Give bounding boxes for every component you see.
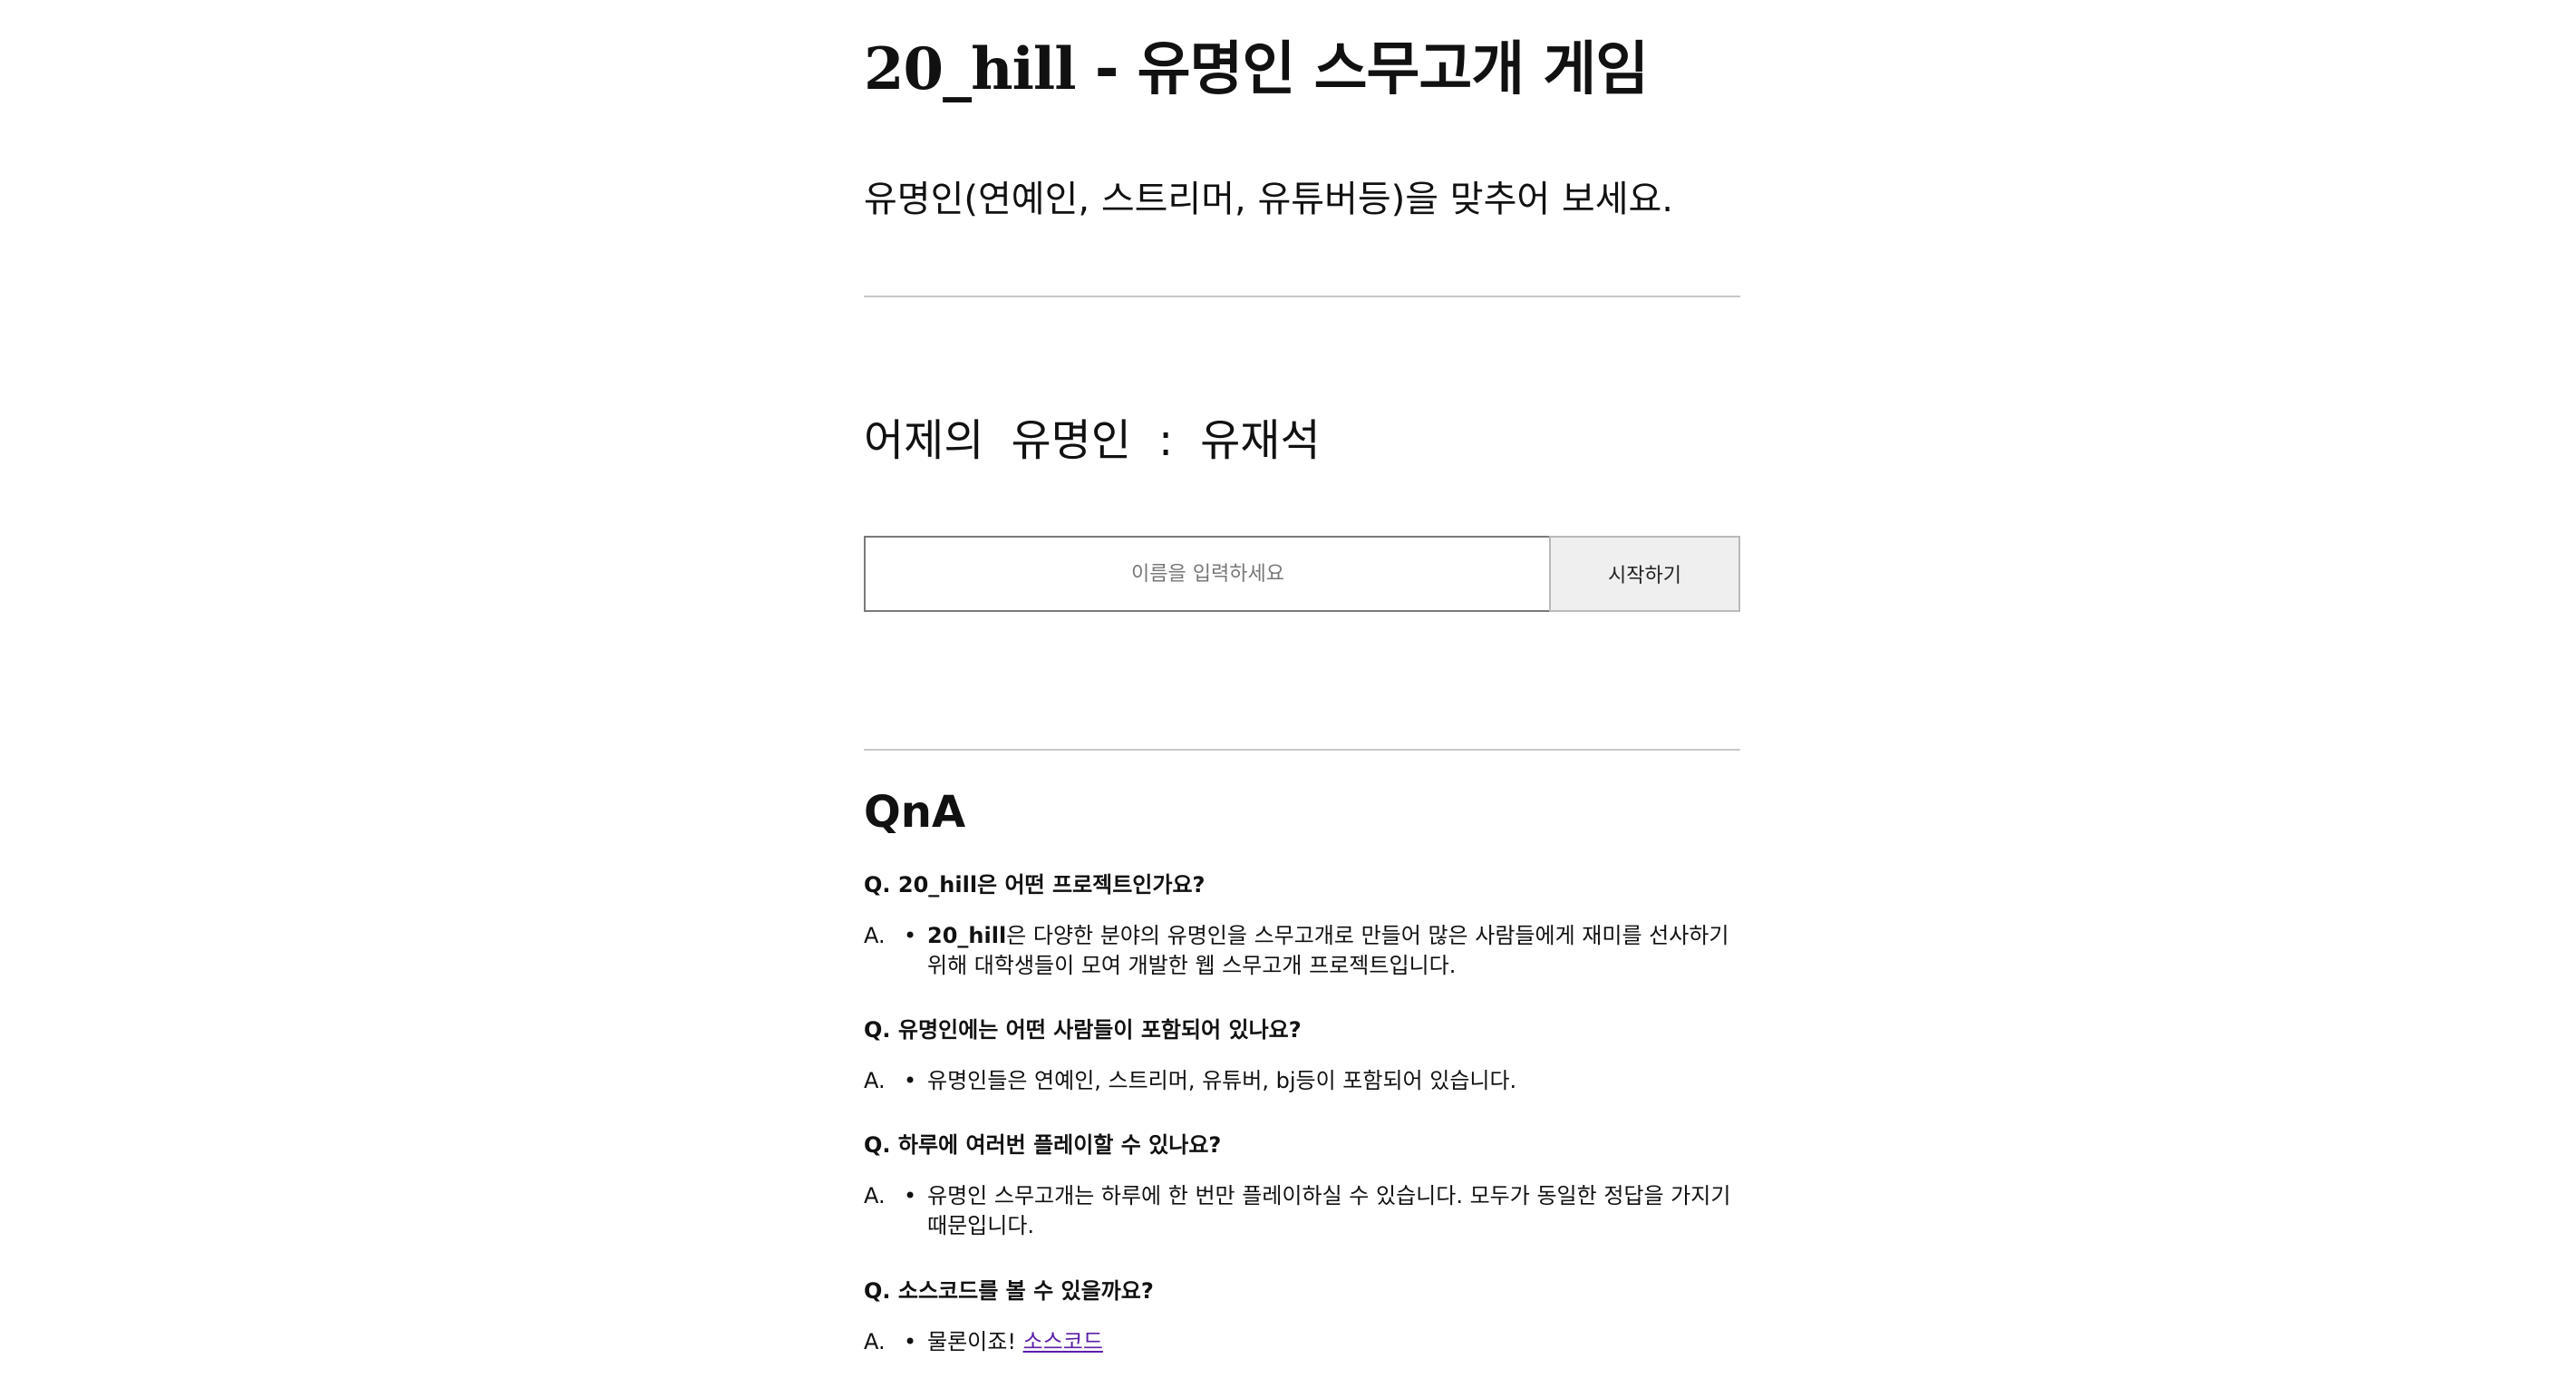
- yesterday-word: 유명인: [1011, 415, 1131, 466]
- qna-item: Q. 20_hill은 어떤 프로젝트인가요? A. • 20_hill은 다양…: [864, 870, 1740, 981]
- page-subtitle: 유명인(연예인, 스트리머, 유튜버등)을 맞추어 보세요.: [864, 179, 1674, 220]
- start-form: 시작하기: [864, 536, 1740, 612]
- qna-question: Q. 20_hill은 어떤 프로젝트인가요?: [864, 872, 1206, 898]
- yesterday-label: 어제의: [864, 415, 984, 466]
- qna-question: Q. 하루에 여러번 플레이할 수 있나요?: [864, 1132, 1222, 1158]
- yesterday-celebrity: 어제의 유명인: 유재석: [864, 413, 1321, 468]
- answer-text: 유명인 스무고개는 하루에 한 번만 플레이하실 수 있습니다. 모두가 동일한…: [927, 1183, 1731, 1238]
- qna-answer: A. • 물론이죠! 소스코드: [864, 1327, 1740, 1357]
- source-code-link[interactable]: 소스코드: [1023, 1329, 1103, 1354]
- qna-item: Q. 하루에 여러번 플레이할 수 있나요? A. • 유명인 스무고개는 하루…: [864, 1131, 1740, 1241]
- bullet-icon: •: [904, 1329, 917, 1354]
- qna-answer: A. • 유명인 스무고개는 하루에 한 번만 플레이하실 수 있습니다. 모두…: [864, 1181, 1740, 1241]
- qna-item: Q. 소스코드를 볼 수 있을까요? A. • 물론이죠! 소스코드: [864, 1276, 1740, 1357]
- answer-prefix: A.: [864, 923, 886, 948]
- qna-answer: A. • 유명인들은 연예인, 스트리머, 유튜버, bj등이 포함되어 있습니…: [864, 1066, 1740, 1096]
- bullet-icon: •: [904, 923, 917, 948]
- answer-prefix: A.: [864, 1183, 886, 1208]
- start-button[interactable]: 시작하기: [1549, 536, 1740, 612]
- answer-prefix: A.: [864, 1068, 886, 1093]
- page-title: 20_hill - 유명인 스무고개 게임: [864, 34, 1649, 105]
- qna-question: Q. 유명인에는 어떤 사람들이 포함되어 있나요?: [864, 1017, 1302, 1043]
- qna-answer: A. • 20_hill은 다양한 분야의 유명인을 스무고개로 만들어 많은 …: [864, 921, 1740, 981]
- bullet-icon: •: [904, 1183, 917, 1208]
- bullet-icon: •: [904, 1068, 917, 1093]
- qna-question: Q. 소스코드를 볼 수 있을까요?: [864, 1278, 1154, 1304]
- answer-text: 유명인들은 연예인, 스트리머, 유튜버, bj등이 포함되어 있습니다.: [927, 1068, 1517, 1093]
- yesterday-answer: 유재석: [1200, 415, 1321, 466]
- name-input[interactable]: [864, 536, 1552, 612]
- answer-bold: 20_hill: [927, 923, 1007, 948]
- answer-prefix: A.: [864, 1329, 886, 1354]
- answer-text: 물론이죠! 소스코드: [927, 1329, 1103, 1354]
- divider-bottom: [864, 749, 1740, 751]
- yesterday-separator: :: [1157, 415, 1174, 466]
- qna-item: Q. 유명인에는 어떤 사람들이 포함되어 있나요? A. • 유명인들은 연예…: [864, 1015, 1740, 1096]
- brand-name: 20_hill: [864, 35, 1077, 103]
- title-suffix: - 유명인 스무고개 게임: [1075, 36, 1649, 103]
- qna-title: QnA: [864, 787, 966, 838]
- divider-top: [864, 296, 1740, 297]
- answer-text: 20_hill은 다양한 분야의 유명인을 스무고개로 만들어 많은 사람들에게…: [927, 923, 1729, 978]
